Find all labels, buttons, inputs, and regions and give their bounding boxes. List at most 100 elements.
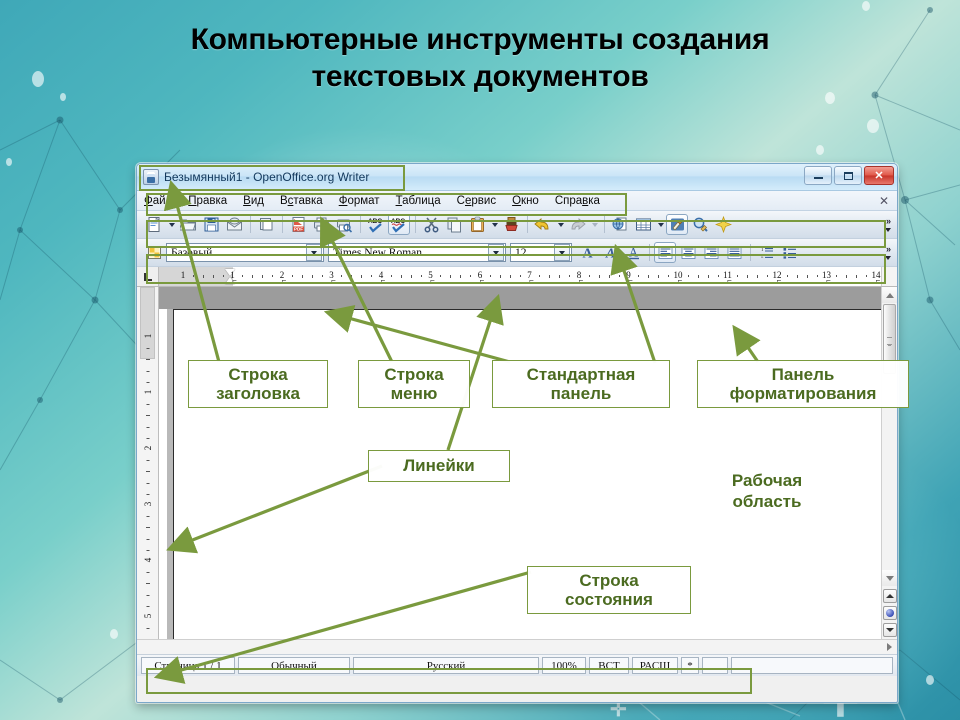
numbered-list-icon[interactable]: 12 — [755, 242, 777, 263]
email-document-icon[interactable] — [223, 214, 245, 235]
spellcheck-icon[interactable]: ABC — [365, 214, 387, 235]
navigation-button[interactable] — [883, 606, 897, 620]
open-folder-icon[interactable] — [177, 214, 199, 235]
ruler-tick — [146, 493, 149, 495]
scroll-down-button[interactable] — [882, 570, 897, 586]
new-dropdown-arrow[interactable] — [166, 214, 177, 235]
scroll-up-button[interactable] — [882, 287, 897, 303]
ruler-tick — [846, 275, 848, 278]
ruler-tick-label: 2 — [142, 445, 153, 451]
font-size-combo[interactable]: 12 — [510, 243, 572, 262]
menu-item-insert[interactable]: Вставка — [280, 195, 323, 207]
ruler-tick — [747, 275, 749, 278]
menu-item-table[interactable]: Таблица — [396, 195, 441, 207]
bulleted-list-icon[interactable] — [778, 242, 800, 263]
status-language[interactable]: Русский — [353, 657, 539, 674]
menu-item-window[interactable]: Окно — [512, 195, 539, 207]
paragraph-style-combo[interactable]: Базовый — [166, 243, 324, 262]
justify-icon[interactable] — [723, 242, 745, 263]
ruler-tick — [361, 275, 363, 278]
redo-dropdown-arrow[interactable] — [589, 214, 600, 235]
apply-style-icon[interactable] — [143, 242, 165, 263]
undo-icon[interactable] — [532, 214, 554, 235]
formatting-toolbar-overflow[interactable]: » — [881, 239, 895, 266]
chevron-down-icon — [886, 575, 894, 581]
print-icon[interactable] — [310, 214, 332, 235]
ruler-tick — [658, 275, 660, 278]
vertical-ruler[interactable]: 1 1 2 3 4 5 — [137, 287, 159, 639]
menu-item-edit[interactable]: Правка — [188, 195, 227, 207]
new-document-icon[interactable] — [143, 214, 165, 235]
gallery-icon[interactable] — [712, 214, 734, 235]
ruler-tick — [371, 275, 373, 277]
toolbar-separator — [649, 244, 650, 261]
tab-stop-selector[interactable] — [137, 267, 159, 286]
status-extra[interactable] — [731, 657, 893, 674]
menu-item-format[interactable]: Формат — [339, 195, 380, 207]
maximize-button[interactable] — [834, 166, 862, 185]
clone-formatting-brush-icon[interactable] — [500, 214, 522, 235]
ruler-tick — [668, 275, 670, 277]
paste-clipboard-icon[interactable] — [466, 214, 488, 235]
font-size-dropdown-arrow[interactable] — [554, 244, 570, 261]
ruler-tick — [489, 275, 491, 277]
ruler-tick — [767, 275, 769, 277]
ruler-tick — [786, 275, 788, 277]
horizontal-scrollbar[interactable] — [137, 639, 897, 654]
insert-table-icon[interactable] — [632, 214, 654, 235]
paste-dropdown-arrow[interactable] — [489, 214, 500, 235]
edit-file-icon[interactable] — [255, 214, 277, 235]
status-page-style[interactable]: Обычный — [238, 657, 350, 674]
font-name-dropdown-arrow[interactable] — [488, 244, 504, 261]
callout-line-2: заголовка — [216, 384, 300, 403]
horizontal-ruler[interactable]: 1 1 ⌐ 2 ⌐ 3 ⌐ 4 ⌐ 5 ⌐ 6 ⌐ 7 ⌐ 8 ⌐ 9 ⌐ 10 ⌐ 11 ⌐ 12 ⌐ 13 ⌐ 14 ⌐ — [137, 267, 897, 287]
export-pdf-icon[interactable]: PDF — [287, 214, 309, 235]
status-signature[interactable] — [702, 657, 728, 674]
table-dropdown-arrow[interactable] — [655, 214, 666, 235]
status-zoom[interactable]: 100% — [542, 657, 586, 674]
save-floppy-icon[interactable] — [200, 214, 222, 235]
align-center-icon[interactable] — [677, 242, 699, 263]
menu-item-file[interactable]: Файл — [144, 195, 172, 207]
show-draw-functions-icon[interactable] — [666, 214, 688, 235]
print-preview-icon[interactable] — [333, 214, 355, 235]
redo-icon[interactable] — [566, 214, 588, 235]
align-left-icon[interactable] — [654, 242, 676, 263]
paragraph-style-dropdown-arrow[interactable] — [306, 244, 322, 261]
vertical-scrollbar[interactable] — [881, 287, 897, 639]
align-right-icon[interactable] — [700, 242, 722, 263]
previous-page-button[interactable] — [883, 589, 897, 603]
italic-icon[interactable]: A — [599, 242, 621, 263]
undo-dropdown-arrow[interactable] — [555, 214, 566, 235]
callout-line-1: Панель — [771, 364, 835, 384]
standard-toolbar-overflow[interactable]: » — [881, 211, 895, 238]
horizontal-ruler-scale[interactable]: 1 1 ⌐ 2 ⌐ 3 ⌐ 4 ⌐ 5 ⌐ 6 ⌐ 7 ⌐ 8 ⌐ 9 ⌐ 10 ⌐ 11 ⌐ 12 ⌐ 13 ⌐ 14 ⌐ — [159, 267, 881, 286]
font-name-combo[interactable]: Times New Roman — [328, 243, 506, 262]
status-selection-mode[interactable]: РАСШ — [632, 657, 678, 674]
bold-icon[interactable]: A — [576, 242, 598, 263]
status-page[interactable]: Страница 1 / 1 — [141, 657, 235, 674]
menu-item-tools[interactable]: Сервис — [457, 195, 496, 207]
work-area[interactable] — [159, 287, 881, 639]
window-title-text: Безымянный1 - OpenOffice.org Writer — [164, 170, 370, 184]
ruler-tick — [301, 275, 303, 278]
menu-item-help[interactable]: Справка — [555, 195, 600, 207]
font-name-value: Times New Roman — [333, 246, 423, 259]
callout-line-1: Строка — [579, 570, 639, 590]
status-modified[interactable]: * — [681, 657, 699, 674]
hyperlink-icon[interactable] — [609, 214, 631, 235]
copy-icon[interactable] — [443, 214, 465, 235]
default-tab-stop: ⌐ — [776, 276, 782, 285]
underline-icon[interactable]: A — [622, 242, 644, 263]
scroll-right-button[interactable] — [882, 640, 897, 654]
autospellcheck-icon[interactable]: ABC — [388, 214, 410, 235]
find-replace-icon[interactable] — [689, 214, 711, 235]
menu-item-view[interactable]: Вид — [243, 195, 264, 207]
status-insert-mode[interactable]: ВСТ — [589, 657, 629, 674]
ruler-tick — [856, 275, 858, 278]
close-document-icon[interactable]: ✕ — [879, 194, 889, 208]
minimize-button[interactable] — [804, 166, 832, 185]
close-button[interactable]: ✕ — [864, 166, 894, 185]
next-page-button[interactable] — [883, 623, 897, 637]
cut-scissors-icon[interactable] — [420, 214, 442, 235]
